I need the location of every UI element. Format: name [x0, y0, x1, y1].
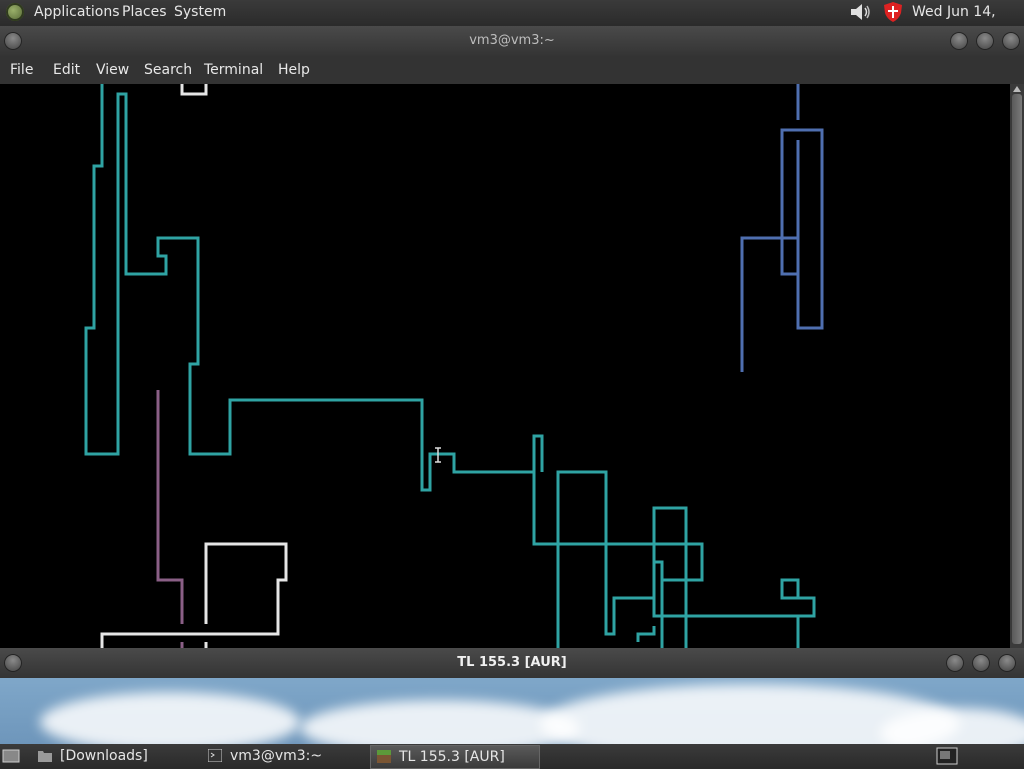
taskbar-item-terminal[interactable]: vm3@vm3:~	[202, 745, 368, 767]
game-viewport[interactable]	[0, 678, 1024, 744]
show-desktop-icon[interactable]	[2, 748, 20, 764]
maximize-button[interactable]	[972, 654, 990, 672]
pipes-drawing	[84, 84, 824, 648]
menu-view[interactable]: View	[96, 56, 129, 84]
menu-places[interactable]: Places	[122, 0, 167, 24]
maximize-button[interactable]	[976, 32, 994, 50]
minimize-button[interactable]	[946, 654, 964, 672]
minecraft-block-icon	[377, 750, 391, 763]
menu-help[interactable]: Help	[278, 56, 310, 84]
cloud	[40, 692, 300, 744]
pipe-teal	[84, 84, 544, 492]
clock[interactable]: Wed Jun 14, 05:37	[912, 0, 1024, 44]
minimize-button[interactable]	[950, 32, 968, 50]
game-window-titlebar[interactable]: TL 155.3 [AUR]	[0, 648, 1024, 678]
menu-edit[interactable]: Edit	[53, 56, 80, 84]
pipe-blue	[740, 128, 824, 372]
terminal-scrollbar[interactable]	[1010, 84, 1024, 648]
pipe-teal	[636, 626, 656, 642]
taskbar-item-game[interactable]: TL 155.3 [AUR]	[370, 745, 540, 769]
scroll-up-icon[interactable]	[1013, 86, 1021, 92]
menu-system[interactable]: System	[174, 0, 226, 24]
terminal-menubar: File Edit View Search Terminal Help	[0, 56, 1024, 84]
taskbar-item-downloads[interactable]: [Downloads]	[32, 745, 202, 767]
pipe-white	[180, 84, 208, 96]
folder-icon	[38, 751, 52, 762]
window-title: vm3@vm3:~	[469, 33, 555, 48]
pipe-purple	[156, 390, 184, 624]
shield-icon[interactable]	[882, 1, 904, 23]
top-panel: Applications Places System Wed Jun 14, 0…	[0, 0, 1024, 44]
pipe-teal	[652, 560, 800, 648]
menu-applications[interactable]: Applications	[34, 0, 120, 24]
bottom-taskbar: [Downloads] vm3@vm3:~ TL 155.3 [AUR]	[0, 744, 1024, 769]
pipe-teal	[556, 470, 688, 648]
terminal-area[interactable]	[0, 84, 1010, 648]
window-menu-button[interactable]	[4, 32, 22, 50]
menu-terminal[interactable]: Terminal	[204, 56, 263, 84]
menu-search[interactable]: Search	[144, 56, 192, 84]
window-menu-button[interactable]	[4, 654, 22, 672]
close-button[interactable]	[1002, 32, 1020, 50]
terminal-icon	[208, 749, 222, 762]
scrollbar-thumb[interactable]	[1012, 94, 1022, 644]
game-window-title: TL 155.3 [AUR]	[457, 655, 567, 670]
menu-file[interactable]: File	[10, 56, 33, 84]
workspace-switcher-icon[interactable]	[936, 747, 958, 765]
close-button[interactable]	[998, 654, 1016, 672]
volume-icon[interactable]	[848, 2, 872, 22]
cloud	[300, 700, 580, 744]
pipe-white	[100, 542, 288, 648]
distro-icon[interactable]	[6, 3, 24, 21]
terminal-titlebar[interactable]: vm3@vm3:~	[0, 26, 1024, 56]
pipe-teal	[780, 578, 816, 618]
